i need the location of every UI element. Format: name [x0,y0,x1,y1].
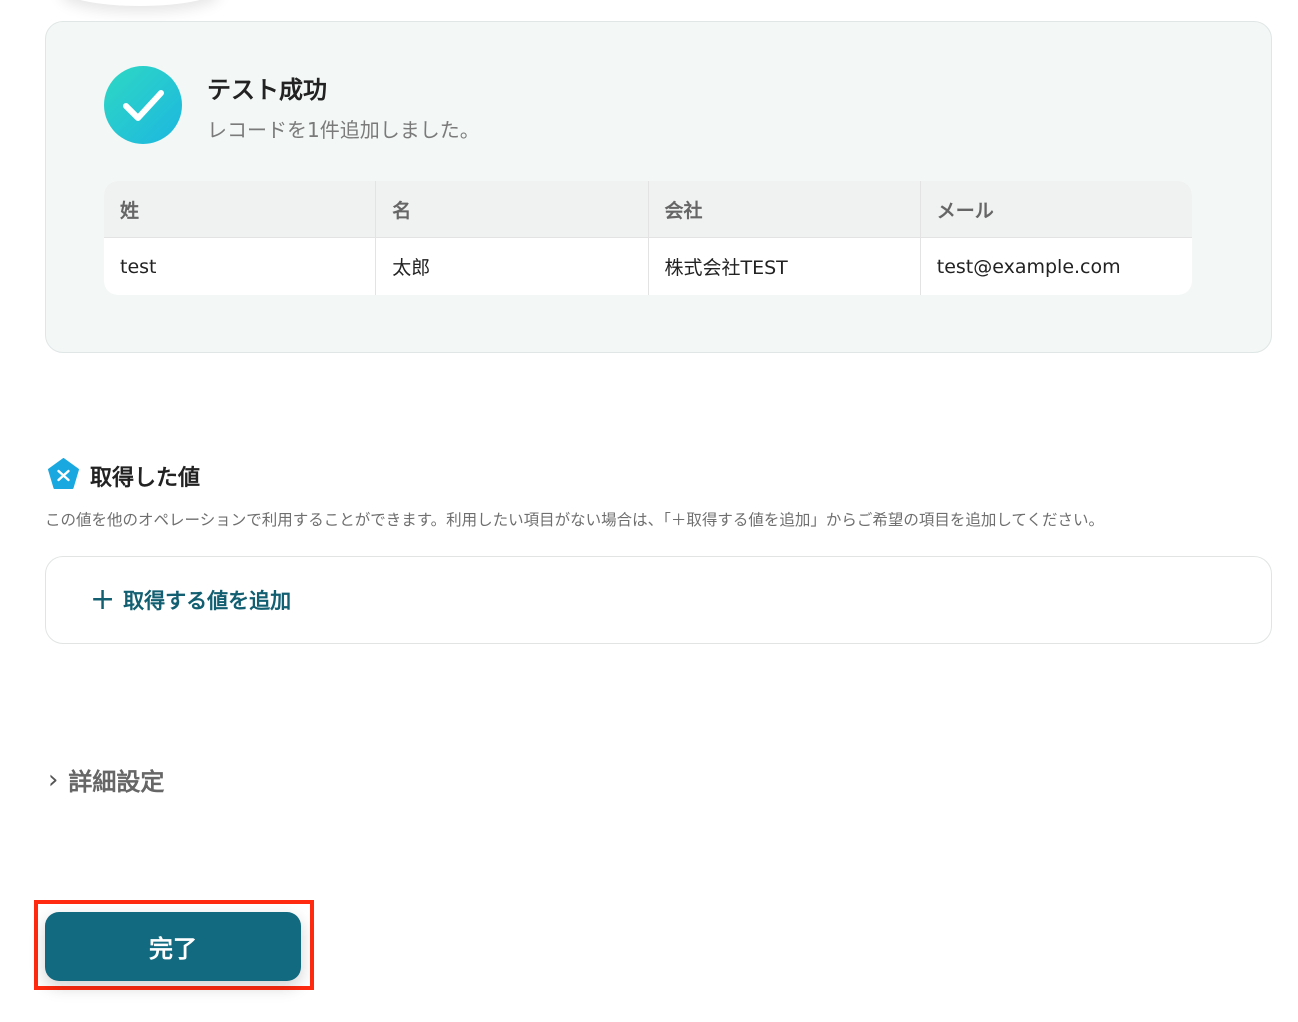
table-header-cell: 姓 [104,181,377,238]
table-header-cell: メール [920,181,1192,238]
table-cell: 太郎 [376,238,649,295]
acquired-values-description: この値を他のオペレーションで利用することができます。利用したい項目がない場合は、… [45,511,1104,529]
table-row: test 太郎 株式会社TEST test@example.com [104,238,1192,295]
add-value-label: 取得する値を追加 [123,589,292,613]
table-cell: test@example.com [936,255,1121,278]
table-cell: test [104,238,377,295]
variable-icon [48,458,79,489]
table-header-cell: 名 [376,181,649,238]
add-value-container: + 取得する値を追加 [45,556,1272,644]
success-title: テスト成功 [207,76,327,104]
advanced-settings-toggle[interactable]: › 詳細設定 [48,762,164,797]
advanced-settings-label: 詳細設定 [68,768,165,796]
table-header-cell: 会社 [648,181,921,238]
plus-icon: + [90,582,116,617]
done-button[interactable]: 完了 [45,912,301,981]
check-circle-icon [104,66,182,144]
top-card-shadow [60,0,220,6]
record-table: 姓 名 会社 メール test 太郎 株式会社TEST test@example… [104,181,1192,295]
acquired-values-title: 取得した値 [90,466,201,491]
chevron-right-icon: › [48,764,59,795]
table-cell: 株式会社TEST [649,238,921,295]
add-value-button[interactable]: + 取得する値を追加 [90,585,291,615]
success-subtitle: レコードを1件追加しました。 [207,118,480,142]
table-header-row: 姓 名 会社 メール [104,181,1192,238]
test-success-panel: テスト成功 レコードを1件追加しました。 姓 名 会社 メール test 太郎 … [45,21,1272,353]
